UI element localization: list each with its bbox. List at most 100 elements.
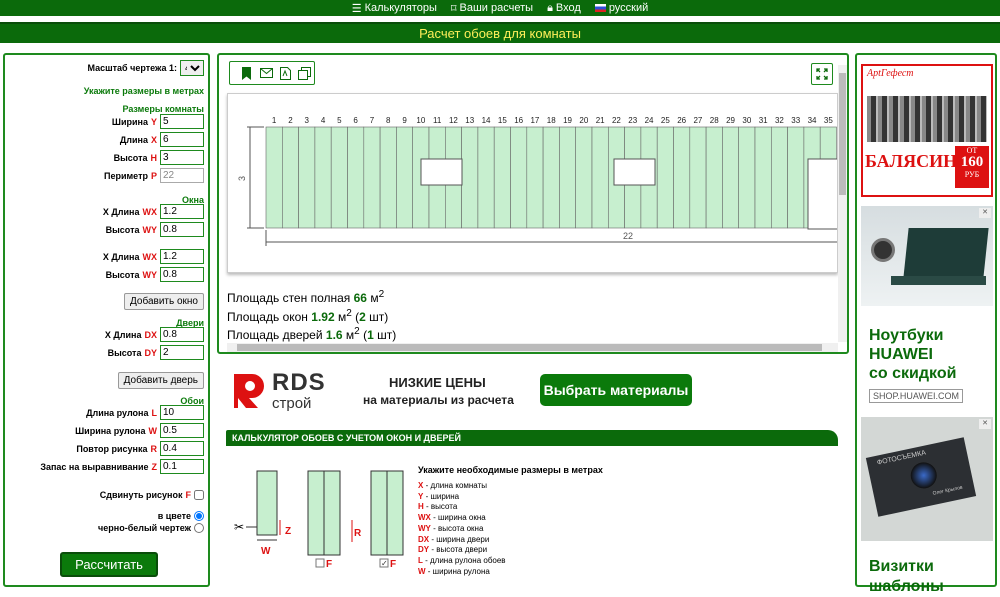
menu-icon: ☰ [351, 2, 362, 15]
camera-lens-icon [908, 459, 940, 491]
wallpaper-strip [705, 126, 723, 229]
perimeter-input[interactable] [160, 168, 204, 183]
roll-width-input[interactable] [160, 423, 204, 438]
rds-ad-banner[interactable]: RDS строй НИЗКИЕ ЦЕНЫ на материалы из ра… [226, 368, 836, 413]
ad1-brand: АрtГефест [867, 68, 914, 79]
roll-strip-3a [370, 470, 388, 556]
r-label: R [354, 528, 362, 539]
guide-intro: Укажите необходимые размеры в метрах [418, 465, 603, 475]
strip-number: 3 [305, 116, 310, 125]
window-1 [420, 158, 463, 186]
window2-len-row: X Длина WX [103, 249, 204, 264]
door-len-input[interactable] [160, 327, 204, 342]
email-icon[interactable] [259, 66, 273, 80]
top-nav: ☰ Калькуляторы ⌑ Ваши расчеты 🔒︎ Вход русск… [0, 0, 1000, 16]
pdf-icon[interactable] [278, 66, 292, 80]
doors-area: Площадь дверей 1.6 м2 (1 шт) [227, 326, 397, 342]
height-input[interactable] [160, 150, 204, 165]
walls-area: Площадь стен полная 66 м2 [227, 289, 385, 305]
window1-height-input[interactable] [160, 222, 204, 237]
wallpaper-strip [330, 126, 348, 229]
strip-number: 20 [579, 116, 588, 125]
width-row: Ширина Y [112, 114, 204, 129]
strip-number: 27 [693, 116, 702, 125]
window-2 [613, 158, 656, 186]
adchoices-icon[interactable]: ✕ [979, 208, 991, 218]
wallpaper-strip [754, 126, 772, 229]
roll-guide-diagram: ✂ Z W F R ✓ F [234, 470, 404, 570]
horizontal-scroll-thumb[interactable] [237, 344, 822, 351]
strip-number: 12 [449, 116, 458, 125]
window2-len-input[interactable] [160, 249, 204, 264]
huawei-ad[interactable]: ✕ Ноутбуки HUAWEI со скидкой SHOP.HUAWEI… [861, 206, 993, 403]
strip-number: 30 [742, 116, 751, 125]
width-input[interactable] [160, 114, 204, 129]
repeat-row: Повтор рисунка R [76, 441, 204, 456]
strip-number: 26 [677, 116, 686, 125]
color-row: в цвете [158, 511, 204, 521]
calculate-button[interactable]: Рассчитать [60, 552, 158, 577]
wallpaper-strip [722, 126, 739, 229]
vertical-scroll-thumb[interactable] [839, 73, 846, 195]
ad3-text: Визитки шаблоны [869, 558, 944, 595]
repeat-input[interactable] [160, 441, 204, 456]
perimeter-dim-label: 22 [623, 231, 633, 241]
length-input[interactable] [160, 132, 204, 147]
fullscreen-button[interactable] [811, 63, 833, 85]
height-row: Высота H [114, 150, 204, 165]
roll-width-row: Ширина рулона W [75, 423, 204, 438]
shift-checkbox[interactable] [194, 490, 204, 500]
balusters-image [867, 96, 987, 142]
windows-area: Площадь окон 1.92 м2 (2 шт) [227, 308, 389, 324]
card-image: ФОТОСЪЕМКА Олег Крылов [861, 417, 993, 541]
nav-calculators[interactable]: ☰ Калькуляторы [352, 2, 437, 15]
strip-number: 35 [824, 116, 833, 125]
choose-materials-button[interactable]: Выбрать материалы [540, 374, 692, 406]
margin-row: Запас на выравнивание Z [40, 459, 204, 474]
strip-number: 15 [498, 116, 507, 125]
nav-login[interactable]: 🔒︎ Вход [547, 2, 581, 15]
guide-header: КАЛЬКУЛЯТОР ОБОЕВ С УЧЕТОМ ОКОН И ДВЕРЕЙ [226, 430, 838, 446]
bookmark-icon[interactable] [239, 66, 253, 80]
strip-number: 32 [775, 116, 784, 125]
strip-number: 16 [514, 116, 523, 125]
bw-radio[interactable] [194, 523, 204, 533]
wallpaper-strip [510, 126, 528, 229]
rds-logo-icon [234, 374, 264, 408]
roll-length-input[interactable] [160, 405, 204, 420]
scale-select[interactable]: 4 [180, 60, 204, 76]
strip-number: 22 [612, 116, 621, 125]
wallpaper-strip [314, 126, 332, 229]
legend-item: Y - ширина [418, 491, 460, 501]
horizontal-scrollbar[interactable] [227, 343, 838, 352]
business-cards-ad[interactable]: ФОТОСЪЕМКА Олег Крылов ✕ Визитки шаблоны [861, 417, 993, 595]
adchoices-icon[interactable]: ✕ [979, 419, 991, 429]
price-badge: ОТ 160 РУБ [955, 146, 989, 188]
wallpaper-strip [461, 126, 479, 229]
copy-icon[interactable] [297, 66, 311, 80]
strip-number: 31 [759, 116, 768, 125]
vertical-scrollbar[interactable] [838, 65, 847, 342]
balusters-ad[interactable]: АрtГефест БАЛЯСИНЫ ОТ 160 РУБ [861, 64, 993, 197]
margin-input[interactable] [160, 459, 204, 474]
strip-number: 11 [433, 116, 442, 125]
strip-number: 29 [726, 116, 735, 125]
wallpaper-strip [379, 126, 397, 229]
ad2-url: SHOP.HUAWEI.COM [869, 389, 964, 403]
window2-height-input[interactable] [160, 267, 204, 282]
bw-row: черно-белый чертеж [98, 523, 204, 533]
nav-your-calcs[interactable]: ⌑ Ваши расчеты [451, 2, 533, 15]
add-door-button[interactable]: Добавить дверь [117, 372, 204, 389]
door-height-input[interactable] [160, 345, 204, 360]
hint: Укажите размеры в метрах [83, 86, 204, 96]
bookmark-icon: ⌑ [450, 2, 457, 15]
color-radio[interactable] [194, 511, 204, 521]
nav-language[interactable]: русский [594, 2, 648, 14]
strip-number: 25 [661, 116, 670, 125]
add-window-button[interactable]: Добавить окно [124, 293, 204, 310]
wallpaper-strip [689, 126, 707, 229]
strip-number: 6 [353, 116, 358, 125]
window1-len-input[interactable] [160, 204, 204, 219]
window1-height-row: Высота WY [106, 222, 204, 237]
wallpaper-strip [363, 126, 381, 229]
